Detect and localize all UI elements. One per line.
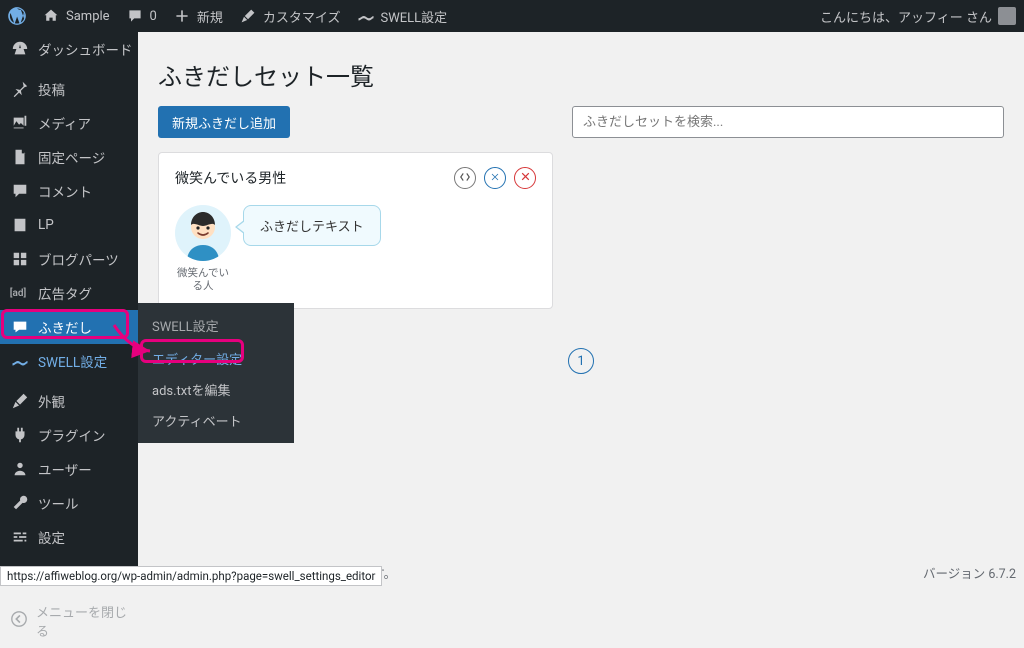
- sidebar-item-media[interactable]: メディア: [0, 106, 138, 140]
- plugin-icon: [10, 425, 30, 445]
- new-content[interactable]: 新規: [165, 0, 231, 32]
- collapse-label: メニューを閉じる: [36, 602, 128, 640]
- site-link[interactable]: Sample: [34, 0, 118, 32]
- sidebar-item-blogparts[interactable]: ブログパーツ: [0, 242, 138, 276]
- delete-button[interactable]: [514, 167, 536, 189]
- page-icon: [10, 147, 30, 167]
- sidebar-item-comments[interactable]: コメント: [0, 174, 138, 208]
- sidebar-label: 外観: [38, 391, 65, 411]
- swell-icon: [10, 351, 30, 371]
- add-balloon-button[interactable]: 新規ふきだし追加: [158, 106, 290, 138]
- sidebar-label: SWELL設定: [38, 351, 107, 371]
- page-1-button[interactable]: 1: [568, 348, 594, 374]
- sidebar-label: 設定: [38, 527, 65, 547]
- swell-icon: [357, 7, 375, 25]
- swell-submenu: SWELL設定 エディター設定 ads.txtを編集 アクティベート: [138, 303, 294, 443]
- grid-icon: [10, 249, 30, 269]
- sidebar-label: メディア: [38, 113, 91, 133]
- sidebar-label: プラグイン: [38, 425, 106, 445]
- avatar-image: [175, 205, 231, 261]
- balloon-icon: [10, 317, 30, 337]
- submenu-item-editor[interactable]: エディター設定: [138, 343, 294, 374]
- admin-sidebar: ダッシュボード 投稿 メディア 固定ページ コメント LP ブログパーツ [ad…: [0, 32, 138, 586]
- collapse-icon: [10, 610, 28, 632]
- close-icon: [520, 171, 531, 185]
- duplicate-button[interactable]: [484, 167, 506, 189]
- sidebar-label: ツール: [38, 493, 79, 513]
- sidebar-item-swell[interactable]: SWELL設定: [0, 344, 138, 378]
- close-thin-icon: [490, 172, 500, 185]
- sidebar-item-lp[interactable]: LP: [0, 208, 138, 242]
- sidebar-item-adtag[interactable]: [ad] 広告タグ: [0, 276, 138, 310]
- dashboard-icon: [10, 39, 30, 59]
- user-icon: [10, 459, 30, 479]
- lp-icon: [10, 215, 30, 235]
- avatar-caption: 微笑んでいる人: [175, 267, 231, 292]
- submenu-head[interactable]: SWELL設定: [138, 310, 294, 343]
- sidebar-item-pages[interactable]: 固定ページ: [0, 140, 138, 174]
- sidebar-item-balloon[interactable]: ふきだし: [0, 310, 138, 344]
- page-title: ふきだしセット一覧: [158, 57, 1004, 92]
- submenu-item-adstxt[interactable]: ads.txtを編集: [138, 374, 294, 405]
- sidebar-label: ユーザー: [38, 459, 92, 479]
- pagination: 1: [568, 348, 594, 374]
- comments-link[interactable]: 0: [118, 0, 165, 32]
- my-account[interactable]: こんにちは、アッフィー さん: [812, 0, 1024, 32]
- brush-icon: [239, 7, 257, 25]
- wordpress-icon: [8, 7, 26, 25]
- wp-logo[interactable]: [0, 0, 34, 32]
- sidebar-item-plugins[interactable]: プラグイン: [0, 418, 138, 452]
- sidebar-label: 固定ページ: [38, 147, 105, 167]
- copy-shortcode-button[interactable]: [454, 167, 476, 189]
- admin-bar: Sample 0 新規 カスタマイズ SWELL設定: [0, 0, 1024, 32]
- sidebar-item-settings[interactable]: 設定: [0, 520, 138, 554]
- sidebar-label: 投稿: [38, 79, 65, 99]
- search-input[interactable]: [572, 106, 1004, 138]
- customize-link[interactable]: カスタマイズ: [231, 0, 349, 32]
- greeting-text: こんにちは、アッフィー さん: [820, 7, 992, 26]
- sidebar-item-dashboard[interactable]: ダッシュボード: [0, 32, 138, 66]
- balloon-card[interactable]: 微笑んでいる男性: [158, 152, 553, 309]
- statusbar-url: https://affiweblog.org/wp-admin/admin.ph…: [7, 569, 375, 583]
- adtag-icon: [ad]: [10, 283, 30, 303]
- pin-icon: [10, 79, 30, 99]
- comment-icon: [10, 181, 30, 201]
- collapse-menu[interactable]: メニューを閉じる: [0, 594, 138, 648]
- avatar: [998, 7, 1016, 25]
- home-icon: [42, 7, 60, 25]
- sliders-icon: [10, 527, 30, 547]
- wrench-icon: [10, 493, 30, 513]
- sidebar-label: ブログパーツ: [38, 249, 119, 269]
- submenu-item-activate[interactable]: アクティベート: [138, 405, 294, 436]
- comment-icon: [126, 7, 144, 25]
- speaker-avatar-block: 微笑んでいる人: [175, 205, 231, 292]
- comments-count: 0: [150, 9, 157, 24]
- plus-icon: [173, 7, 191, 25]
- sidebar-label: コメント: [38, 181, 92, 201]
- media-icon: [10, 113, 30, 133]
- new-label: 新規: [197, 7, 223, 26]
- swell-label: SWELL設定: [381, 7, 448, 26]
- site-name: Sample: [66, 9, 110, 24]
- link-preview-statusbar: https://affiweblog.org/wp-admin/admin.ph…: [0, 566, 382, 586]
- footer-version: バージョン 6.7.2: [923, 563, 1016, 582]
- sidebar-item-posts[interactable]: 投稿: [0, 72, 138, 106]
- card-title: 微笑んでいる男性: [175, 168, 286, 188]
- speech-bubble: ふきだしテキスト: [243, 205, 381, 246]
- swell-adminbar-link[interactable]: SWELL設定: [349, 0, 456, 32]
- customize-label: カスタマイズ: [263, 7, 341, 26]
- appearance-icon: [10, 391, 30, 411]
- sidebar-label: ふきだし: [38, 317, 92, 337]
- sidebar-label: 広告タグ: [38, 283, 92, 303]
- sidebar-item-tools[interactable]: ツール: [0, 486, 138, 520]
- sidebar-label: LP: [38, 217, 54, 233]
- sidebar-item-appearance[interactable]: 外観: [0, 384, 138, 418]
- sidebar-label: ダッシュボード: [38, 39, 133, 59]
- shortcode-icon: [459, 171, 471, 186]
- sidebar-item-users[interactable]: ユーザー: [0, 452, 138, 486]
- speech-text: ふきだしテキスト: [260, 220, 364, 235]
